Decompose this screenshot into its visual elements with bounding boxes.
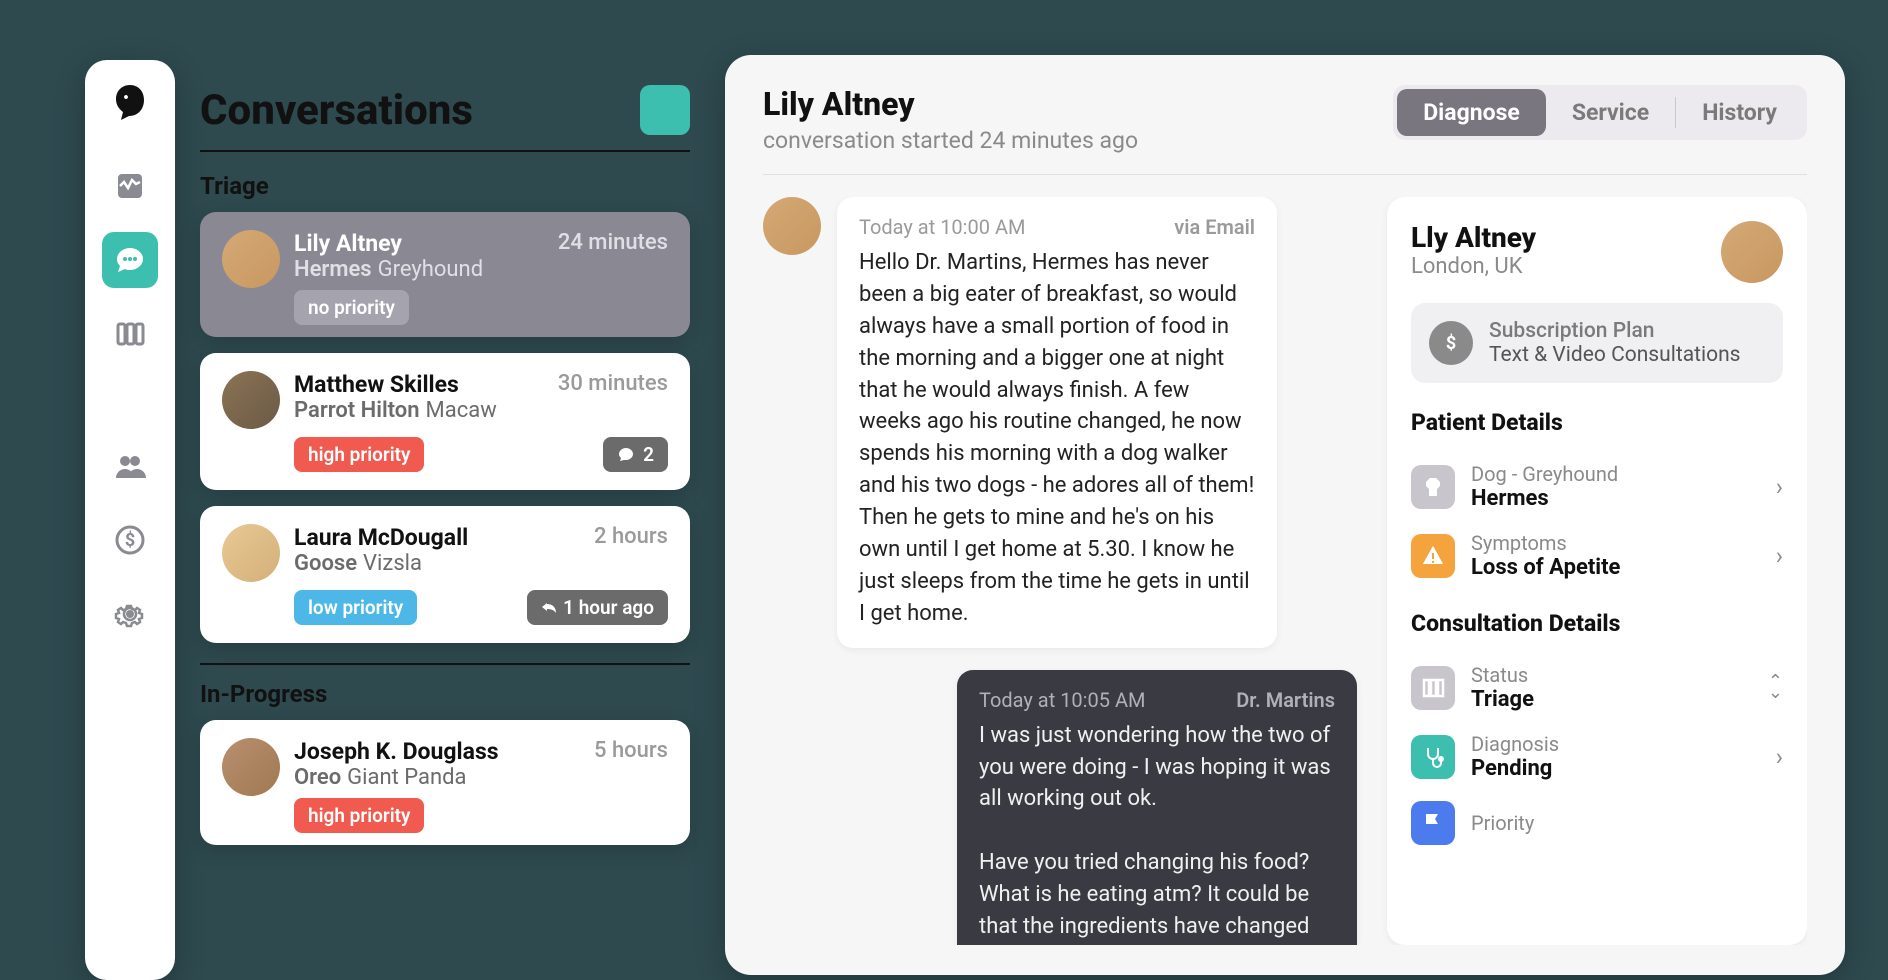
message-incoming: Today at 10:00 AM via Email Hello Dr. Ma… (763, 197, 1357, 648)
patient-owner-name: Lly Altney (1411, 221, 1536, 254)
chevron-right-icon: › (1776, 473, 1783, 501)
priority-badge: high priority (294, 798, 424, 833)
detail-label: Symptoms (1471, 531, 1760, 555)
conversation-pet: OreoGiant Panda (294, 765, 668, 790)
avatar (222, 524, 280, 582)
message-time: Today at 10:00 AM (859, 215, 1025, 239)
nav-board[interactable] (102, 306, 158, 362)
info-column: Lly Altney London, UK $ Subscription Pla… (1387, 197, 1807, 945)
detail-label: Dog - Greyhound (1471, 462, 1760, 486)
avatar (1721, 221, 1783, 283)
conversation-name: Lily Altney (294, 230, 402, 257)
reply-time-badge: 1 hour ago (527, 590, 668, 625)
avatar (222, 371, 280, 429)
dog-icon (1411, 465, 1455, 509)
dollar-icon: $ (1429, 321, 1473, 365)
status-row[interactable]: Status Triage ⌃⌄ (1411, 653, 1783, 722)
priority-badge: high priority (294, 437, 424, 472)
flag-icon (1411, 801, 1455, 845)
diagnosis-row[interactable]: Diagnosis Pending › (1411, 722, 1783, 791)
conversation-name: Laura McDougall (294, 524, 468, 551)
subscription-box: $ Subscription Plan Text & Video Consult… (1411, 303, 1783, 383)
message-from: Dr. Martins (1236, 688, 1335, 712)
svg-text:$: $ (1446, 333, 1456, 354)
nav-dashboard[interactable] (102, 158, 158, 214)
detail-header: Lily Altney conversation started 24 minu… (763, 85, 1807, 175)
patient-animal-row[interactable]: Dog - Greyhound Hermes › (1411, 452, 1783, 521)
chat-column: Today at 10:00 AM via Email Hello Dr. Ma… (763, 197, 1357, 945)
conversation-pet: HermesGreyhound (294, 257, 668, 282)
patient-owner-location: London, UK (1411, 254, 1536, 279)
reply-icon (541, 600, 557, 616)
priority-row[interactable]: Priority (1411, 791, 1783, 855)
conversation-card[interactable]: Joseph K. Douglass 5 hours OreoGiant Pan… (200, 720, 690, 845)
conversation-time: 24 minutes (558, 230, 668, 257)
subscription-label: Subscription Plan (1489, 319, 1741, 343)
detail-value: Triage (1471, 687, 1752, 712)
conversation-card[interactable]: Lily Altney 24 minutes HermesGreyhound n… (200, 212, 690, 337)
chat-icon (617, 446, 635, 464)
conversation-card[interactable]: Matthew Skilles 30 minutes Parrot Hilton… (200, 353, 690, 490)
message-text: Hello Dr. Martins, Hermes has never been… (859, 247, 1255, 630)
message-count-badge: 2 (603, 437, 668, 472)
conversation-name: Matthew Skilles (294, 371, 459, 398)
priority-badge: low priority (294, 590, 417, 625)
add-conversation-button[interactable] (640, 85, 690, 135)
detail-value: Pending (1471, 756, 1760, 781)
conversation-pet: Parrot HiltonMacaw (294, 398, 668, 423)
detail-label: Diagnosis (1471, 732, 1760, 756)
chevron-right-icon: › (1776, 743, 1783, 771)
sidebar-nav: $ (85, 60, 175, 980)
conversation-time: 5 hours (594, 738, 668, 765)
detail-label: Priority (1471, 811, 1783, 835)
patient-details-title: Patient Details (1411, 409, 1783, 436)
page-title: Conversations (200, 86, 473, 135)
detail-subtitle: conversation started 24 minutes ago (763, 127, 1138, 154)
detail-value: Hermes (1471, 486, 1760, 511)
nav-users[interactable] (102, 438, 158, 494)
app-logo (105, 80, 155, 130)
message-outgoing: Today at 10:05 AM Dr. Martins I was just… (763, 670, 1357, 945)
nav-settings[interactable] (102, 586, 158, 642)
conversation-name: Joseph K. Douglass (294, 738, 499, 765)
tab-history[interactable]: History (1676, 89, 1803, 136)
columns-icon (1411, 666, 1455, 710)
nav-conversations[interactable] (102, 232, 158, 288)
conversation-pet: GooseVizsla (294, 551, 668, 576)
conversation-card[interactable]: Laura McDougall 2 hours GooseVizsla low … (200, 506, 690, 643)
message-text: I was just wondering how the two of you … (979, 720, 1335, 943)
detail-value: Loss of Apetite (1471, 555, 1760, 580)
conversation-time: 30 minutes (558, 371, 668, 398)
section-inprogress: In-Progress (200, 680, 690, 708)
tab-diagnose[interactable]: Diagnose (1397, 89, 1546, 136)
conversations-panel: Conversations Triage Lily Altney 24 minu… (200, 85, 690, 861)
nav-billing[interactable]: $ (102, 512, 158, 568)
stethoscope-icon (1411, 735, 1455, 779)
section-triage: Triage (200, 172, 690, 200)
subscription-value: Text & Video Consultations (1489, 343, 1741, 367)
tab-service[interactable]: Service (1546, 89, 1675, 136)
avatar (222, 230, 280, 288)
message-via: via Email (1174, 215, 1255, 239)
warning-icon (1411, 534, 1455, 578)
detail-label: Status (1471, 663, 1752, 687)
consultation-details-title: Consultation Details (1411, 610, 1783, 637)
symptoms-row[interactable]: Symptoms Loss of Apetite › (1411, 521, 1783, 590)
avatar (222, 738, 280, 796)
sort-icon: ⌃⌄ (1768, 677, 1783, 699)
conversations-header: Conversations (200, 85, 690, 152)
conversation-time: 2 hours (594, 524, 668, 551)
chevron-right-icon: › (1776, 542, 1783, 570)
tab-group: Diagnose Service History (1393, 85, 1807, 140)
message-time: Today at 10:05 AM (979, 688, 1145, 712)
svg-text:$: $ (125, 530, 135, 551)
priority-badge: no priority (294, 290, 409, 325)
detail-name: Lily Altney (763, 85, 1138, 123)
avatar (763, 197, 821, 255)
conversation-detail: Lily Altney conversation started 24 minu… (725, 55, 1845, 975)
